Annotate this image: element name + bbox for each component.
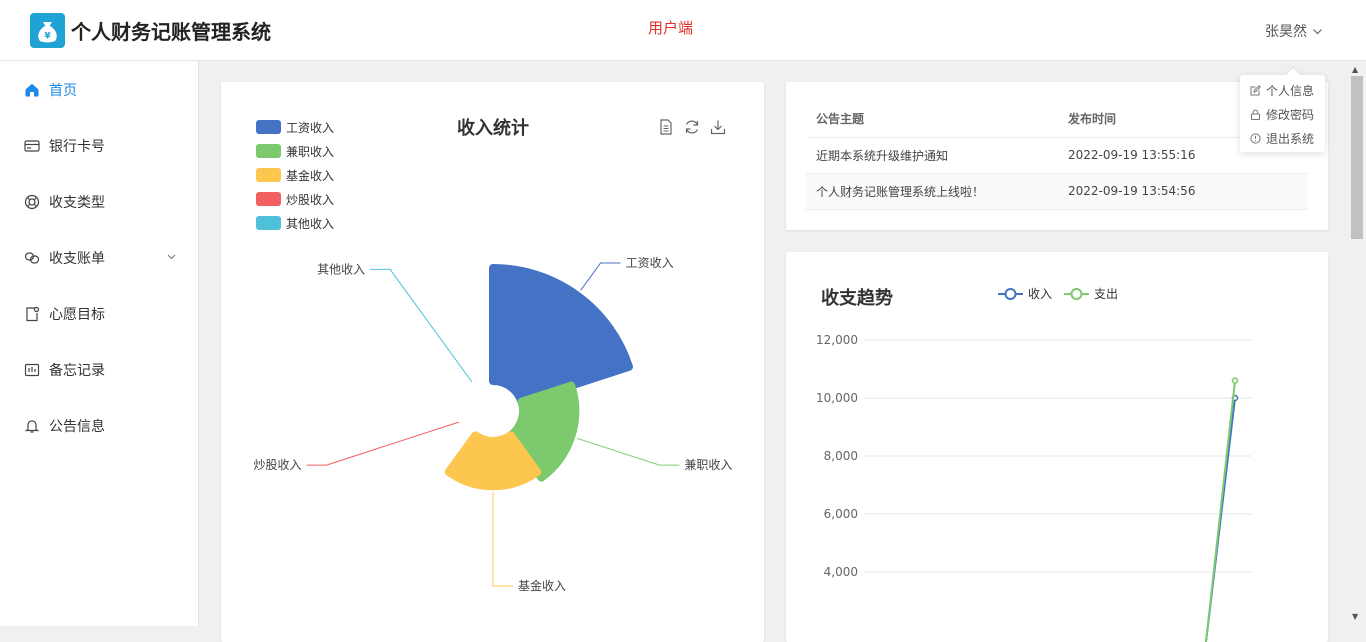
table-row[interactable]: 个人财务记账管理系统上线啦！ 2022-09-19 13:54:56 xyxy=(806,173,1308,210)
sidebar-item-label: 心愿目标 xyxy=(49,307,105,323)
sidebar: 首页 银行卡号 收支类型 收支账单 心愿目标 备忘记录 公告信息 xyxy=(0,61,199,626)
lifebuoy-icon xyxy=(23,193,41,211)
money-bag-icon: ¥ xyxy=(38,22,57,43)
rose-label-5: 其他收入 xyxy=(317,262,365,276)
sidebar-item-types[interactable]: 收支类型 xyxy=(0,182,199,222)
sidebar-item-label: 收支账单 xyxy=(49,251,105,267)
sidebar-item-bills[interactable]: 收支账单 xyxy=(0,238,199,278)
user-name: 张昊然 xyxy=(1265,24,1307,40)
info-icon xyxy=(1250,132,1261,144)
trend-card: 收支趋势 收入 支出 12,000 10,000 8,000 6,000 4,000 xyxy=(786,252,1328,642)
trend-series-line-2 xyxy=(1205,380,1236,642)
y-tick-label: 4,000 xyxy=(824,565,858,579)
scroll-up-arrow[interactable]: ▲ xyxy=(1352,65,1358,74)
top-header: ¥ 个人财务记账管理系统 用户端 张昊然 xyxy=(0,0,1366,61)
dropdown-item-password[interactable]: 修改密码 xyxy=(1240,102,1325,126)
rose-leader-line-4 xyxy=(306,421,459,466)
table-header-row: 公告主题 发布时间 xyxy=(806,100,1308,138)
dropdown-item-label: 退出系统 xyxy=(1266,131,1315,146)
sidebar-item-label: 首页 xyxy=(49,83,77,99)
portal-label: 用户端 xyxy=(648,19,694,37)
rose-label-3: 基金收入 xyxy=(518,578,566,593)
sidebar-item-bank-card[interactable]: 银行卡号 xyxy=(0,126,199,166)
dropdown-item-logout[interactable]: 退出系统 xyxy=(1240,126,1325,150)
rose-slice-1[interactable] xyxy=(489,264,634,406)
income-rose-chart: 工资收入兼职收入基金收入 炒股收入 其他收入 xyxy=(254,256,733,593)
notice-table: 公告主题 发布时间 近期本系统升级维护通知 2022-09-19 13:55:1… xyxy=(806,100,1308,210)
dropdown-item-profile[interactable]: 个人信息 xyxy=(1240,78,1325,102)
sidebar-item-home[interactable]: 首页 xyxy=(0,70,199,110)
user-dropdown: 个人信息 修改密码 退出系统 xyxy=(1240,75,1325,152)
y-tick-label: 6,000 xyxy=(824,507,858,521)
y-tick-label: 10,000 xyxy=(816,391,858,405)
rose-leader-line-2 xyxy=(576,437,680,466)
wish-icon xyxy=(23,305,41,323)
trend-line-chart: 12,000 10,000 8,000 6,000 4,000 xyxy=(816,333,1251,642)
edit-icon xyxy=(1250,84,1261,95)
income-stats-card: 工资收入 兼职收入 基金收入 炒股收入 其他收入 收入统计 工资收入 兼职收入 基金… xyxy=(221,82,764,642)
sidebar-item-wishes[interactable]: 心愿目标 xyxy=(0,294,199,334)
dropdown-item-label: 个人信息 xyxy=(1266,83,1315,98)
home-icon xyxy=(23,81,41,99)
sidebar-item-notices[interactable]: 公告信息 xyxy=(0,406,199,446)
user-menu[interactable]: 张昊然 xyxy=(1265,21,1323,41)
svg-text:¥: ¥ xyxy=(44,32,51,42)
app-title: 个人财务记账管理系统 xyxy=(71,20,271,44)
sidebar-item-label: 收支类型 xyxy=(49,195,105,211)
scrollbar-thumb[interactable] xyxy=(1351,76,1363,239)
chevron-down-icon xyxy=(1313,28,1322,34)
sidebar-item-label: 公告信息 xyxy=(49,419,105,435)
card-icon xyxy=(23,137,41,155)
rose-leader-line-1 xyxy=(580,262,621,291)
chevron-down-icon xyxy=(167,254,176,260)
column-header: 公告主题 xyxy=(806,100,1058,138)
rose-leader-line-3 xyxy=(492,492,513,587)
y-tick-label: 8,000 xyxy=(824,449,858,463)
y-tick-label: 12,000 xyxy=(816,333,858,347)
rose-label-2: 兼职收入 xyxy=(684,458,732,472)
app-logo: ¥ xyxy=(30,13,65,48)
link-icon xyxy=(23,249,41,267)
sidebar-item-label: 备忘记录 xyxy=(49,363,105,379)
lock-icon xyxy=(1251,109,1260,120)
notice-subject: 近期本系统升级维护通知 xyxy=(806,137,1058,174)
sidebar-item-label: 银行卡号 xyxy=(49,139,105,155)
bell-icon xyxy=(23,417,41,435)
memo-icon xyxy=(23,361,41,379)
table-row[interactable]: 近期本系统升级维护通知 2022-09-19 13:55:16 xyxy=(806,137,1308,174)
notice-subject: 个人财务记账管理系统上线啦！ xyxy=(806,173,1058,210)
trend-point-2[interactable] xyxy=(1231,377,1239,384)
notice-time: 2022-09-19 13:54:56 xyxy=(1058,173,1308,210)
dropdown-item-label: 修改密码 xyxy=(1266,107,1315,122)
rose-label-1: 工资收入 xyxy=(626,256,674,270)
scroll-down-arrow[interactable]: ▼ xyxy=(1352,612,1358,621)
sidebar-item-memos[interactable]: 备忘记录 xyxy=(0,350,199,390)
rose-leader-line-5 xyxy=(370,268,473,383)
rose-label-4: 炒股收入 xyxy=(254,458,302,472)
